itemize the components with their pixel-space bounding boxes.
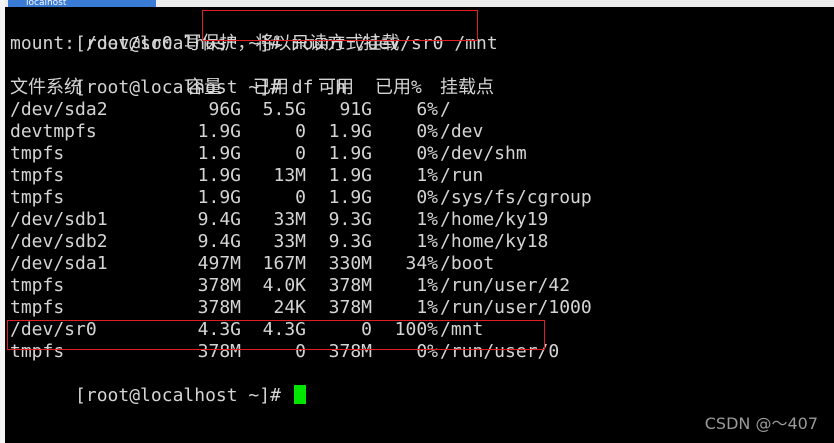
- cell-used: 33M: [273, 209, 306, 230]
- cell-mounted-on: /run/user/1000: [440, 297, 592, 318]
- cell-mounted-on: /boot: [440, 253, 495, 274]
- cell-size: 378M: [197, 275, 241, 296]
- cell-used: 24K: [273, 297, 306, 318]
- df-row: /dev/sdb1 9.4G 33M 9.3G 1%/home/ky19: [10, 209, 830, 231]
- header-mounted-on: 挂载点: [440, 77, 494, 98]
- df-header-row: 文件系统 容量 已用 可用 已用% 挂载点: [10, 77, 830, 99]
- cell-avail: 378M: [328, 297, 372, 318]
- df-row: /dev/sda1 497M 167M 330M 34%/boot: [10, 253, 830, 275]
- cell-use-percent: 0%: [416, 143, 438, 164]
- cell-mounted-on: /dev/shm: [440, 143, 527, 164]
- command-line-df: [root@localhost ~]# df -h: [10, 55, 346, 98]
- cell-filesystem: /dev/sdb2: [10, 231, 108, 252]
- df-row: tmpfs 1.9G 13M 1.9G 1%/run: [10, 165, 830, 187]
- df-row: tmpfs 1.9G 0 1.9G 0%/sys/fs/cgroup: [10, 187, 830, 209]
- cell-size: 1.9G: [197, 165, 241, 186]
- cell-filesystem: tmpfs: [10, 187, 65, 208]
- cell-avail: 1.9G: [328, 121, 372, 142]
- watermark: CSDN @～407: [704, 414, 818, 433]
- cell-avail: 330M: [328, 253, 372, 274]
- highlight-box-sr0-row: [7, 320, 545, 350]
- cell-size: 96G: [208, 99, 241, 120]
- cell-avail: 9.3G: [328, 231, 372, 252]
- cell-filesystem: devtmpfs: [10, 121, 97, 142]
- cell-size: 9.4G: [197, 231, 241, 252]
- cell-mounted-on: /sys/fs/cgroup: [440, 187, 592, 208]
- terminal-output[interactable]: [root@localhost ~]# mount /dev/sr0 /mnt …: [10, 11, 834, 443]
- cell-mounted-on: /run/user/42: [440, 275, 571, 296]
- cell-use-percent: 6%: [416, 99, 438, 120]
- df-row: /dev/sda2 96G 5.5G 91G 6% /: [10, 99, 830, 121]
- highlight-box-mount-command: [202, 10, 478, 41]
- df-row: tmpfs 378M 4.0K 378M 1%/run/user/42: [10, 275, 830, 297]
- cell-use-percent: 1%: [416, 209, 438, 230]
- df-row: tmpfs 1.9G 0 1.9G 0%/dev/shm: [10, 143, 830, 165]
- shell-prompt: [root@localhost ~]#: [75, 385, 281, 406]
- cell-mounted-on: /run: [440, 165, 484, 186]
- command-line-current[interactable]: [root@localhost ~]#: [10, 363, 306, 406]
- df-row: devtmpfs 1.9G 0 1.9G 0%/dev: [10, 121, 830, 143]
- cell-size: 497M: [197, 253, 241, 274]
- header-avail: 可用: [318, 77, 354, 98]
- cell-avail: 9.3G: [328, 209, 372, 230]
- cell-used: 13M: [273, 165, 306, 186]
- cell-use-percent: 34%: [405, 253, 438, 274]
- header-use-percent: 已用%: [375, 77, 422, 98]
- cell-size: 1.9G: [197, 143, 241, 164]
- tab-bar: localhost: [0, 0, 834, 7]
- cell-use-percent: 1%: [416, 275, 438, 296]
- cell-mounted-on: /home/ky18: [440, 231, 549, 252]
- cell-use-percent: 1%: [416, 165, 438, 186]
- tab-session[interactable]: localhost: [8, 0, 156, 7]
- cell-used: 167M: [262, 253, 306, 274]
- cell-filesystem: tmpfs: [10, 275, 65, 296]
- cell-avail: 1.9G: [328, 165, 372, 186]
- header-used: 已用: [253, 77, 289, 98]
- window-left-border: [0, 0, 5, 443]
- cell-used: 5.5G: [262, 99, 306, 120]
- cell-used: 0: [295, 121, 306, 142]
- cell-used: 0: [295, 143, 306, 164]
- cell-used: 0: [295, 187, 306, 208]
- cell-mounted-on: /home/ky19: [440, 209, 549, 230]
- cell-filesystem: tmpfs: [10, 165, 65, 186]
- terminal-window[interactable]: localhost [root@localhost ~]# mount /dev…: [0, 0, 834, 443]
- text-cursor: [293, 385, 306, 404]
- cell-avail: 91G: [339, 99, 372, 120]
- cell-used: 4.0K: [262, 275, 306, 296]
- cell-filesystem: /dev/sda2: [10, 99, 108, 120]
- cell-filesystem: tmpfs: [10, 297, 65, 318]
- df-row: /dev/sdb2 9.4G 33M 9.3G 1%/home/ky18: [10, 231, 830, 253]
- cell-avail: 1.9G: [328, 187, 372, 208]
- cell-filesystem: /dev/sda1: [10, 253, 108, 274]
- cell-mounted-on: /: [440, 99, 451, 120]
- header-size: 容量: [186, 77, 222, 98]
- cell-use-percent: 0%: [416, 187, 438, 208]
- cell-size: 9.4G: [197, 209, 241, 230]
- cell-use-percent: 1%: [416, 231, 438, 252]
- cell-filesystem: /dev/sdb1: [10, 209, 108, 230]
- cell-use-percent: 0%: [416, 121, 438, 142]
- cell-mounted-on: /dev: [440, 121, 484, 142]
- cell-used: 33M: [273, 231, 306, 252]
- cell-size: 1.9G: [197, 187, 241, 208]
- header-filesystem: 文件系统: [10, 77, 82, 98]
- cell-avail: 1.9G: [328, 143, 372, 164]
- cell-size: 1.9G: [197, 121, 241, 142]
- df-row: tmpfs 378M 24K 378M 1%/run/user/1000: [10, 297, 830, 319]
- cell-avail: 378M: [328, 275, 372, 296]
- cell-size: 378M: [197, 297, 241, 318]
- cell-use-percent: 1%: [416, 297, 438, 318]
- cell-filesystem: tmpfs: [10, 143, 65, 164]
